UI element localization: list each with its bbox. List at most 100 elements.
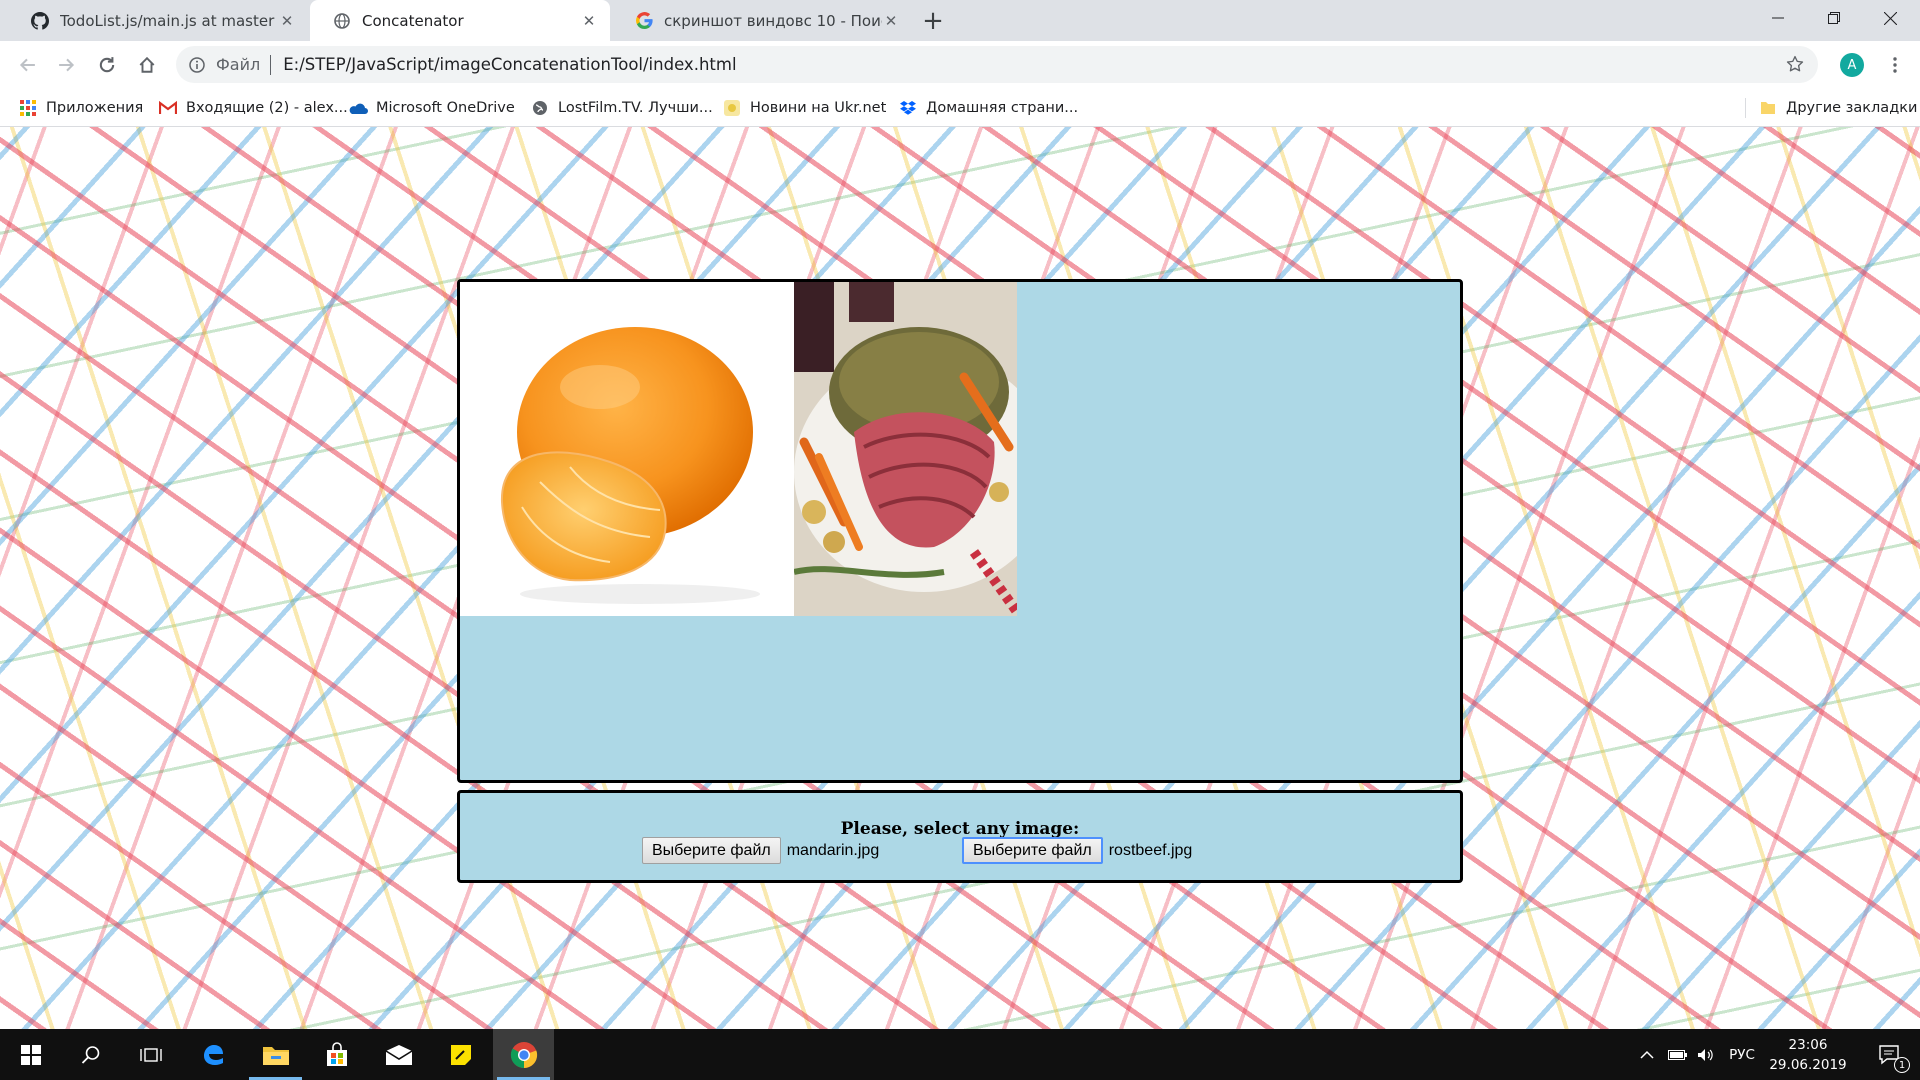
menu-button[interactable] — [1880, 48, 1910, 82]
tab-google-search[interactable]: скриншот виндовс 10 - Поиск в ✕ — [612, 0, 912, 41]
mail-icon — [385, 1044, 412, 1065]
bookmark-home-page[interactable]: Домашняя страни... — [898, 88, 1078, 127]
google-icon — [634, 11, 654, 31]
arrow-left-icon — [19, 58, 35, 72]
close-icon[interactable]: ✕ — [278, 12, 296, 30]
windows-logo-icon — [20, 1044, 41, 1065]
apps-grid-icon — [18, 98, 38, 118]
taskbar-mail[interactable] — [368, 1029, 429, 1080]
bookmark-ukrnet[interactable]: Новини на Ukr.net — [722, 88, 886, 127]
close-icon — [1883, 11, 1897, 25]
language-indicator[interactable]: РУС — [1724, 1029, 1760, 1080]
battery-icon[interactable] — [1666, 1029, 1690, 1080]
notification-count: 1 — [1894, 1057, 1910, 1073]
task-view-button[interactable] — [120, 1029, 181, 1080]
bookmarks-bar: Приложения Входящие (2) - alex... Micros… — [0, 88, 1920, 127]
reload-icon — [99, 57, 115, 73]
clock-date: 29.06.2019 — [1769, 1057, 1847, 1073]
taskbar-file-explorer[interactable] — [245, 1029, 306, 1080]
close-icon[interactable]: ✕ — [580, 12, 598, 30]
clock-time: 23:06 — [1788, 1037, 1828, 1053]
gmail-icon — [158, 98, 178, 118]
bookmark-gmail[interactable]: Входящие (2) - alex... — [158, 88, 348, 127]
page-viewport: Please, select any image: Выберите файл … — [0, 127, 1920, 1029]
home-icon — [139, 56, 155, 73]
tab-title: TodoList.js/main.js at master · Ale — [60, 11, 278, 30]
bookmark-label: LostFilm.TV. Лучши... — [558, 99, 713, 116]
bookmark-lostfilm[interactable]: LostFilm.TV. Лучши... — [530, 88, 713, 127]
store-icon — [326, 1041, 347, 1066]
home-button[interactable] — [130, 48, 164, 82]
forward-button[interactable] — [50, 48, 84, 82]
bookmark-label: Домашняя страни... — [926, 99, 1079, 116]
bookmark-apps[interactable]: Приложения — [18, 88, 143, 127]
bookmark-label: Входящие (2) - alex... — [186, 99, 348, 116]
profile-avatar[interactable]: A — [1840, 53, 1864, 77]
folder-icon — [1758, 98, 1778, 118]
tab-title: Concatenator — [362, 11, 464, 30]
tab-concatenator[interactable]: Concatenator ✕ — [310, 0, 610, 41]
choose-file-button[interactable]: Выберите файл — [642, 837, 781, 864]
dropbox-icon — [898, 98, 918, 118]
start-button[interactable] — [0, 1029, 61, 1080]
divider — [1745, 98, 1746, 118]
bookmark-onedrive[interactable]: Microsoft OneDrive — [348, 88, 515, 127]
globe-icon — [530, 98, 550, 118]
bookmark-star-icon[interactable] — [1784, 53, 1806, 75]
selected-file-name: rostbeef.jpg — [1108, 841, 1193, 859]
restore-icon — [1828, 12, 1840, 24]
tab-strip: TodoList.js/main.js at master · Ale ✕ Co… — [0, 0, 1920, 41]
ukrnet-icon — [722, 98, 742, 118]
reload-button[interactable] — [90, 48, 124, 82]
back-button[interactable] — [10, 48, 44, 82]
divider — [270, 54, 272, 75]
bookmark-label: Другие закладки — [1786, 99, 1918, 116]
file-input-2[interactable]: Выберите файл rostbeef.jpg — [962, 837, 1192, 864]
github-icon — [30, 11, 50, 31]
bookmark-label: Приложения — [46, 99, 144, 116]
bookmark-label: Microsoft OneDrive — [376, 99, 515, 116]
globe-icon — [332, 11, 352, 31]
tab-title: скриншот виндовс 10 - Поиск в — [664, 11, 882, 30]
image-select-panel: Please, select any image: Выберите файл … — [457, 790, 1463, 883]
clock[interactable]: 23:06 29.06.2019 — [1760, 1035, 1856, 1075]
mandarin-image — [460, 282, 794, 616]
restore-button[interactable] — [1806, 0, 1862, 36]
choose-file-button[interactable]: Выберите файл — [962, 837, 1103, 864]
concatenation-canvas — [457, 279, 1463, 783]
taskbar-store[interactable] — [306, 1029, 367, 1080]
rostbeef-image — [794, 282, 1017, 616]
url-text[interactable]: E:/STEP/JavaScript/imageConcatenationToo… — [283, 55, 736, 74]
folder-icon — [262, 1046, 289, 1065]
onedrive-icon — [348, 98, 368, 118]
taskbar-sticky-notes[interactable] — [430, 1029, 491, 1080]
taskbar-edge[interactable] — [182, 1029, 243, 1080]
url-scheme-label: Файл — [216, 55, 261, 74]
windows-taskbar: РУС 23:06 29.06.2019 1 — [0, 1029, 1920, 1080]
action-center-button[interactable]: 1 — [1866, 1029, 1914, 1080]
chrome-icon — [510, 1041, 537, 1068]
address-bar[interactable]: Файл E:/STEP/JavaScript/imageConcatenati… — [176, 46, 1818, 83]
new-tab-button[interactable]: + — [917, 5, 949, 37]
arrow-right-icon — [59, 58, 75, 72]
file-input-1[interactable]: Выберите файл mandarin.jpg — [642, 837, 879, 864]
taskbar-chrome[interactable] — [493, 1029, 554, 1080]
browser-toolbar: Файл E:/STEP/JavaScript/imageConcatenati… — [0, 41, 1920, 88]
search-icon — [81, 1045, 99, 1064]
tab-github[interactable]: TodoList.js/main.js at master · Ale ✕ — [8, 0, 308, 41]
show-hidden-icons-button[interactable] — [1636, 1029, 1658, 1080]
volume-icon[interactable] — [1694, 1029, 1718, 1080]
minimize-button[interactable] — [1750, 0, 1806, 36]
minimize-icon — [1772, 17, 1784, 19]
panel-title: Please, select any image: — [840, 819, 1080, 839]
task-view-icon — [139, 1047, 162, 1062]
search-button[interactable] — [60, 1029, 121, 1080]
close-icon[interactable]: ✕ — [882, 12, 900, 30]
bookmark-label: Новини на Ukr.net — [750, 99, 887, 116]
edge-icon — [203, 1044, 223, 1065]
bookmark-other[interactable]: Другие закладки — [1758, 88, 1917, 127]
close-window-button[interactable] — [1862, 0, 1918, 36]
sticky-notes-icon — [450, 1044, 471, 1065]
chevron-up-icon — [1640, 1050, 1654, 1059]
info-icon[interactable] — [186, 54, 208, 76]
